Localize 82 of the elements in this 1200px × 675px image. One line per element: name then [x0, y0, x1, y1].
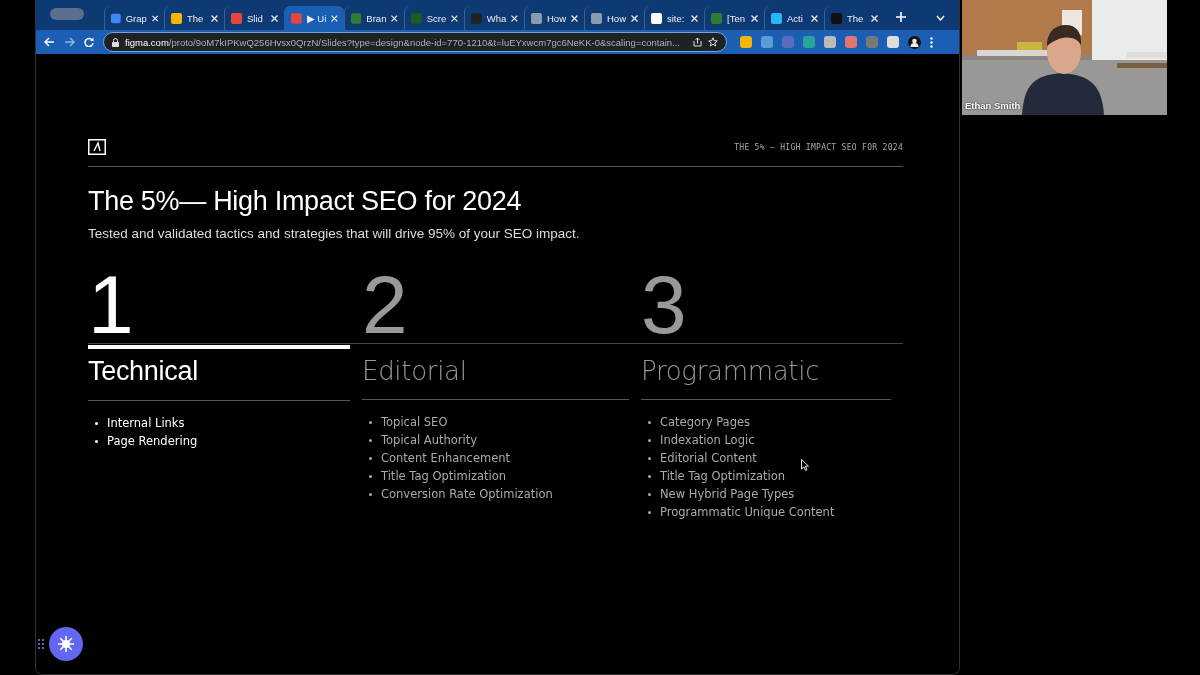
url-text: figma.com/proto/9oM7kIPKwQ256Hvsx0QrzN/Slides?type=design&node-id=770-1210&t=luEYxwcm7gc6NeKK-0&scaling=contain...	[125, 36, 681, 48]
close-icon[interactable]	[331, 14, 338, 22]
list-item: Title Tag Optimization	[381, 469, 506, 483]
close-icon[interactable]	[811, 14, 818, 22]
back-icon[interactable]	[44, 37, 55, 47]
bullet-icon	[95, 439, 98, 443]
bullet-icon	[648, 438, 651, 442]
extension-icon[interactable]	[887, 36, 899, 48]
bullet-icon	[369, 474, 372, 478]
cursor-icon	[801, 459, 809, 471]
favicon-icon	[471, 12, 482, 24]
list-item: Editorial Content	[660, 451, 757, 465]
participant-name: Ethan Smith	[965, 100, 1021, 111]
browser-tab[interactable]: ▶ Ui	[284, 6, 344, 30]
favicon-icon	[531, 12, 542, 24]
favicon-icon	[351, 12, 362, 24]
close-icon[interactable]	[451, 14, 458, 22]
lock-icon	[112, 37, 119, 47]
chevron-down-icon[interactable]	[936, 15, 945, 21]
favicon-icon	[591, 12, 602, 24]
bullet-icon	[648, 510, 651, 514]
logo-icon	[88, 139, 106, 155]
forward-icon[interactable]	[64, 37, 75, 47]
list-item: Title Tag Optimization	[660, 469, 785, 483]
close-icon[interactable]	[871, 14, 878, 22]
star-icon[interactable]	[708, 37, 718, 47]
close-icon[interactable]	[571, 14, 578, 22]
list-item: Programmatic Unique Content	[660, 505, 835, 519]
drag-handle-icon[interactable]	[38, 639, 44, 649]
section-number: 3	[641, 265, 688, 343]
close-icon[interactable]	[631, 14, 638, 22]
list-item: Indexation Logic	[660, 433, 755, 447]
list-item: Topical SEO	[381, 415, 448, 429]
bullet-icon	[648, 456, 651, 460]
favicon-icon	[291, 12, 302, 24]
list-item: New Hybrid Page Types	[660, 487, 795, 501]
bullet-icon	[369, 456, 372, 460]
section-heading: Editorial	[362, 356, 629, 400]
favicon-icon	[831, 12, 842, 24]
favicon-icon	[171, 12, 182, 24]
close-icon[interactable]	[751, 14, 758, 22]
address-field[interactable]: figma.com/proto/9oM7kIPKwQ256Hvsx0QrzN/Slides?type=design&node-id=770-1210&t=luEYxwcm7gc6NeKK-0&scaling=contain...	[103, 32, 727, 52]
slide-header: THE 5% — HIGH IMPACT SEO FOR 2024	[734, 142, 903, 152]
bullet-icon	[95, 421, 98, 425]
slide-subtitle: Tested and validated tactics and strategies that will drive 95% of your SEO impact.	[88, 226, 581, 241]
bullet-icon	[648, 420, 651, 424]
favicon-icon	[711, 12, 722, 24]
assistant-button[interactable]	[49, 627, 83, 661]
favicon-icon	[111, 12, 121, 24]
list-item: Topical Authority	[381, 433, 478, 447]
favicon-icon	[231, 12, 242, 24]
bullet-icon	[369, 492, 372, 496]
reload-icon[interactable]	[84, 37, 94, 47]
list-item: Conversion Rate Optimization	[381, 487, 553, 501]
close-icon[interactable]	[211, 14, 218, 22]
close-icon[interactable]	[271, 14, 278, 22]
close-icon[interactable]	[691, 14, 698, 22]
share-icon[interactable]	[693, 37, 702, 47]
list-item: Page Rendering	[107, 434, 198, 448]
more-icon[interactable]	[930, 36, 933, 48]
extension-icon[interactable]	[824, 36, 836, 48]
close-icon[interactable]	[511, 14, 518, 22]
new-tab-icon[interactable]	[896, 12, 906, 22]
list-item: Category Pages	[660, 415, 751, 429]
favicon-icon	[771, 12, 782, 24]
slide-title: The 5%— High Impact SEO for 2024	[88, 186, 523, 217]
list-item: Internal Links	[107, 416, 185, 430]
avatar-icon[interactable]	[908, 35, 921, 49]
section-number: 1	[88, 265, 135, 343]
bullet-icon	[369, 438, 372, 442]
section-number: 2	[362, 265, 409, 343]
section-heading: Programmatic	[641, 356, 891, 400]
close-icon[interactable]	[391, 14, 398, 22]
bullet-icon	[648, 492, 651, 496]
favicon-icon	[651, 12, 662, 24]
close-icon[interactable]	[151, 14, 158, 22]
list-item: Content Enhancement	[381, 451, 511, 465]
favicon-icon	[411, 12, 422, 24]
bullet-icon	[648, 474, 651, 478]
bullet-icon	[369, 420, 372, 424]
extension-icon[interactable]	[740, 36, 752, 48]
section-heading: Technical	[88, 356, 350, 401]
